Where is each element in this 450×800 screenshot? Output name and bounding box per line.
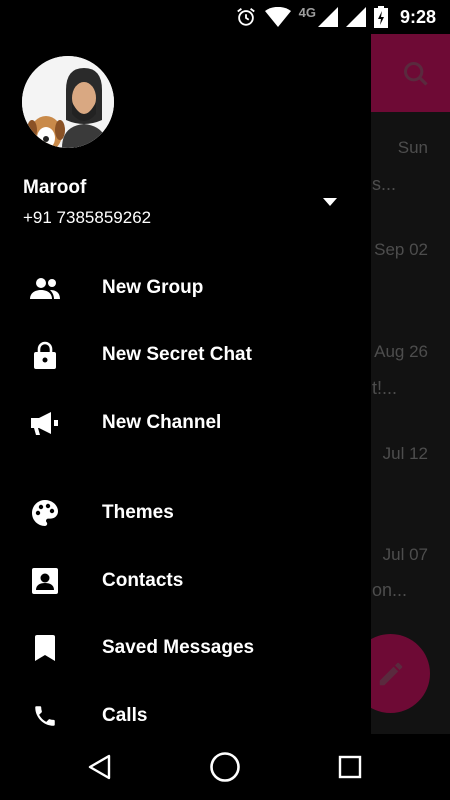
system-nav-bar xyxy=(0,734,450,800)
menu-item-new-secret-chat[interactable]: New Secret Chat xyxy=(0,321,371,388)
chevron-down-icon[interactable] xyxy=(318,194,342,210)
contact-icon xyxy=(30,566,60,596)
chat-preview: s... xyxy=(372,174,397,194)
chat-date: Sun xyxy=(397,138,428,157)
menu-item-label: Themes xyxy=(102,501,174,523)
chat-date: Jul 07 xyxy=(382,545,428,564)
chat-date: Aug 26 xyxy=(374,342,428,361)
menu-item-label: Saved Messages xyxy=(102,636,255,658)
menu-item-saved-messages[interactable]: Saved Messages xyxy=(0,614,371,681)
menu-item-new-group[interactable]: New Group xyxy=(0,254,371,321)
home-button[interactable] xyxy=(205,747,245,787)
status-bar: 4G 9:28 xyxy=(0,0,450,34)
user-phone: +91 7385859262 xyxy=(23,208,152,227)
chat-preview: t!... xyxy=(372,378,398,398)
back-button[interactable] xyxy=(80,747,120,787)
chat-date: Sep 02 xyxy=(374,240,428,259)
avatar[interactable] xyxy=(22,56,114,148)
menu-item-contacts[interactable]: Contacts xyxy=(0,547,371,614)
status-time: 9:28 xyxy=(399,6,436,27)
menu-item-label: Calls xyxy=(102,704,148,726)
signal-icon xyxy=(317,7,338,27)
battery-charging-icon xyxy=(373,6,388,28)
megaphone-icon xyxy=(30,408,60,438)
lock-icon xyxy=(30,340,60,370)
group-icon xyxy=(30,273,60,303)
phone-icon xyxy=(30,701,60,731)
menu-item-label: New Secret Chat xyxy=(102,343,252,365)
search-icon[interactable] xyxy=(402,60,430,88)
chat-date: Jul 12 xyxy=(382,444,428,463)
user-name: Maroof xyxy=(23,177,87,198)
home-icon xyxy=(210,752,240,782)
pencil-icon xyxy=(379,662,402,685)
alarm-icon xyxy=(236,8,255,26)
recents-button[interactable] xyxy=(330,747,370,787)
navigation-drawer: Maroof +91 7385859262 New Group New Secr… xyxy=(0,34,371,734)
network-type-label: 4G xyxy=(298,4,316,20)
bookmark-icon xyxy=(30,633,60,663)
signal-icon xyxy=(345,7,366,27)
back-icon xyxy=(88,754,111,780)
menu-item-label: Contacts xyxy=(102,569,184,591)
recents-icon xyxy=(338,755,362,779)
chat-preview: on... xyxy=(372,580,408,600)
avatar-image xyxy=(22,56,114,148)
menu-item-themes[interactable]: Themes xyxy=(0,479,371,546)
menu-item-new-channel[interactable]: New Channel xyxy=(0,389,371,456)
menu-item-label: New Channel xyxy=(102,411,222,433)
wifi-icon xyxy=(264,7,291,27)
menu-item-label: New Group xyxy=(102,276,204,298)
palette-icon xyxy=(30,498,60,528)
